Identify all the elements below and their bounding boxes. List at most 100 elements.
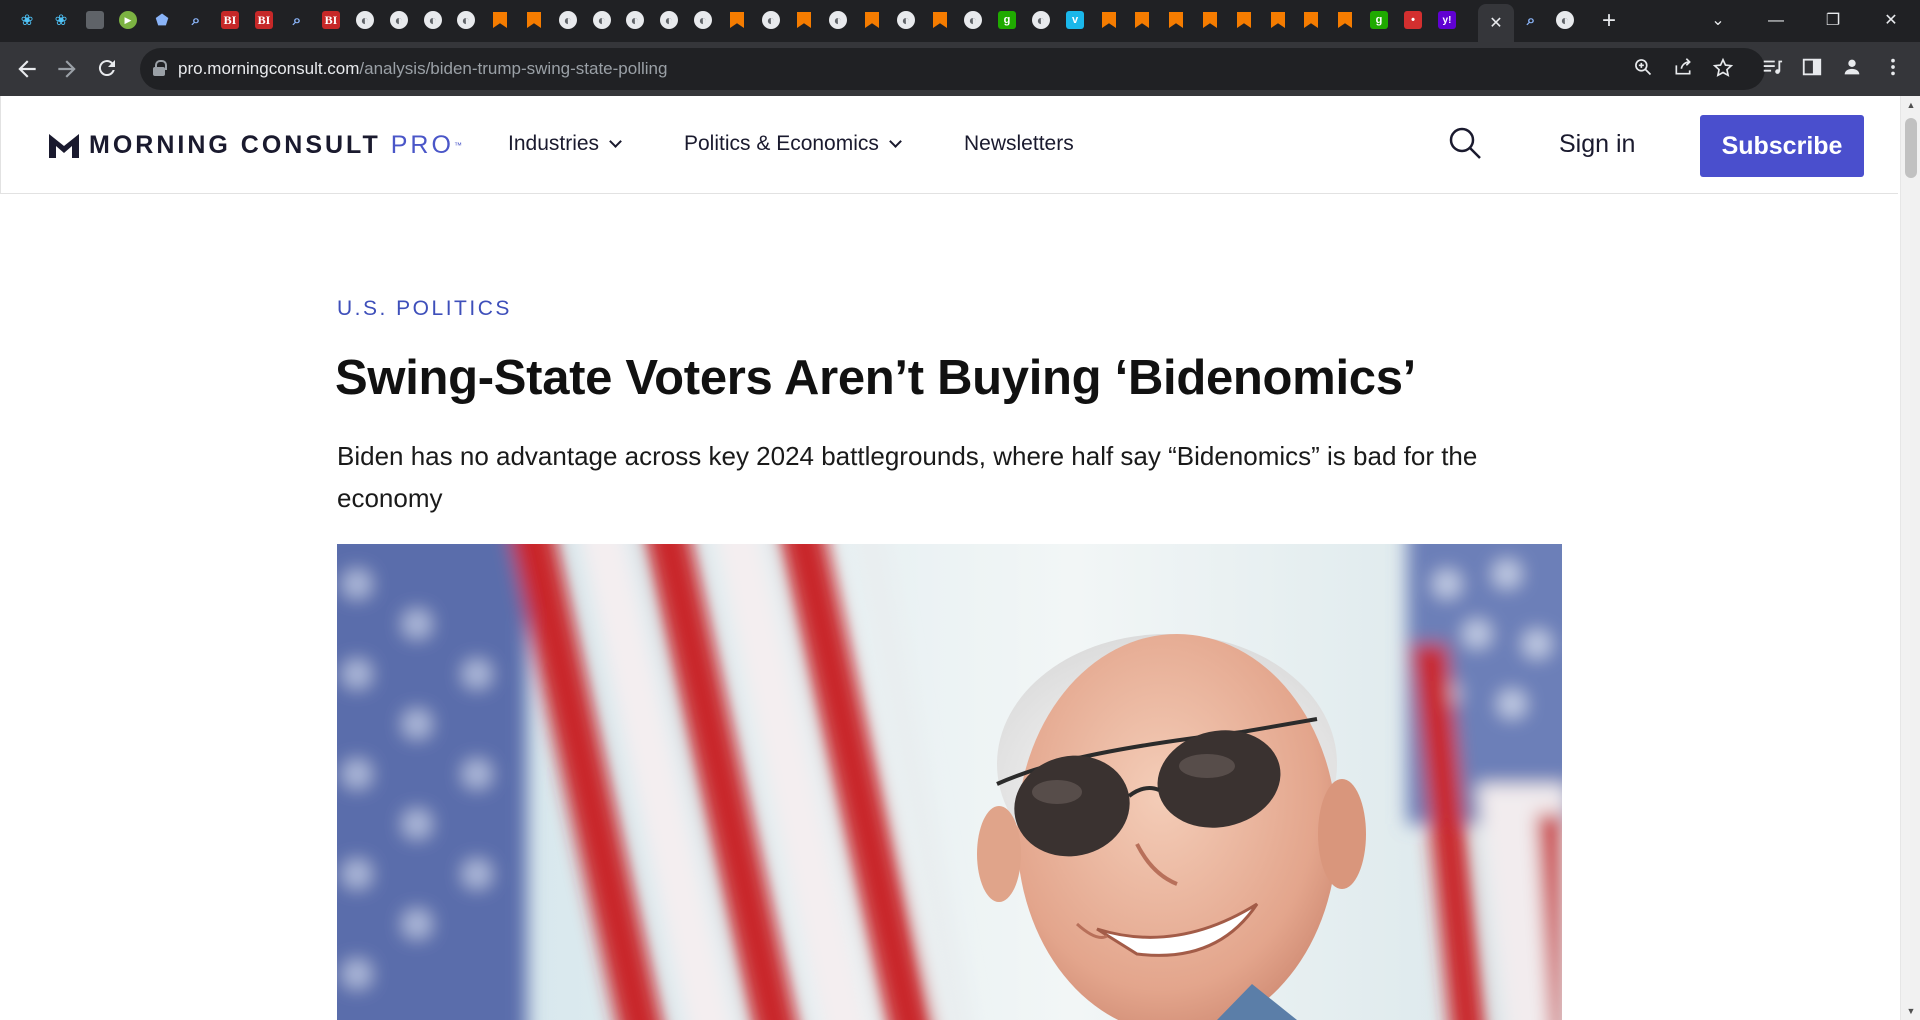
tab[interactable]: y! bbox=[1436, 9, 1458, 31]
tab[interactable]: • bbox=[1402, 9, 1424, 31]
share-icon[interactable] bbox=[1671, 57, 1695, 81]
tab[interactable] bbox=[827, 9, 849, 31]
tab[interactable] bbox=[422, 9, 444, 31]
page-scrollbar[interactable]: ▲ ▼ bbox=[1900, 96, 1920, 1020]
tab[interactable] bbox=[1300, 9, 1322, 31]
tab[interactable] bbox=[185, 9, 207, 31]
tab[interactable] bbox=[1165, 9, 1187, 31]
tab[interactable] bbox=[523, 9, 545, 31]
globe-icon bbox=[593, 11, 611, 29]
share-arrow-icon bbox=[1675, 58, 1691, 75]
tab[interactable] bbox=[1131, 9, 1153, 31]
playlist-icon bbox=[1763, 60, 1783, 74]
scroll-thumb[interactable] bbox=[1905, 118, 1917, 178]
zoom-magnifier-icon bbox=[1635, 59, 1652, 76]
globe-icon bbox=[660, 11, 678, 29]
article-category[interactable]: U.S. POLITICS bbox=[337, 297, 512, 321]
morning-consult-logo-icon bbox=[49, 134, 79, 158]
globe-icon bbox=[626, 11, 644, 29]
tab[interactable] bbox=[1199, 9, 1221, 31]
close-window-button[interactable]: ✕ bbox=[1868, 6, 1914, 36]
scroll-down-arrow-icon[interactable]: ▼ bbox=[1901, 1002, 1920, 1020]
sign-in-link[interactable]: Sign in bbox=[1559, 130, 1635, 159]
tab[interactable] bbox=[1233, 9, 1255, 31]
close-tab-icon[interactable]: ✕ bbox=[1489, 13, 1502, 33]
tab[interactable] bbox=[354, 9, 376, 31]
media-queue-icon[interactable] bbox=[1759, 56, 1785, 82]
business-insider-icon: BI bbox=[255, 11, 273, 29]
globe-icon bbox=[829, 11, 847, 29]
yahoo-icon: y! bbox=[1438, 11, 1456, 29]
tab[interactable] bbox=[658, 9, 680, 31]
tab[interactable] bbox=[388, 9, 410, 31]
tab[interactable] bbox=[962, 9, 984, 31]
forward-arrow-icon bbox=[58, 60, 76, 78]
bookmark-icon bbox=[795, 11, 813, 29]
globe-icon bbox=[390, 11, 408, 29]
bookmark-star-icon[interactable] bbox=[1711, 57, 1735, 81]
tab[interactable] bbox=[84, 9, 106, 31]
site-search-button[interactable] bbox=[1448, 126, 1482, 160]
tab[interactable] bbox=[760, 9, 782, 31]
nav-politics-economics[interactable]: Politics & Economics bbox=[684, 132, 902, 156]
new-tab-button[interactable]: + bbox=[1596, 8, 1622, 34]
search-icon bbox=[1449, 127, 1481, 159]
url-text[interactable]: pro.morningconsult.com/analysis/biden-tr… bbox=[178, 59, 667, 79]
chevron-down-icon bbox=[609, 134, 622, 148]
tab[interactable] bbox=[861, 9, 883, 31]
tab[interactable] bbox=[557, 9, 579, 31]
tab[interactable] bbox=[286, 9, 308, 31]
back-button[interactable] bbox=[14, 56, 40, 82]
podcast-icon: • bbox=[1404, 11, 1422, 29]
menu-icon[interactable] bbox=[1880, 56, 1906, 82]
tab[interactable] bbox=[489, 9, 511, 31]
reload-button[interactable] bbox=[94, 56, 120, 82]
tab-search-button[interactable]: ⌄ bbox=[1695, 6, 1741, 36]
tab[interactable] bbox=[16, 9, 38, 31]
tab[interactable]: g bbox=[1368, 9, 1390, 31]
tab[interactable] bbox=[1554, 9, 1576, 31]
vimeo-icon: v bbox=[1066, 11, 1084, 29]
restore-button[interactable]: ❐ bbox=[1810, 6, 1856, 36]
address-bar[interactable]: pro.morningconsult.com/analysis/biden-tr… bbox=[140, 48, 1765, 90]
minimize-button[interactable]: — bbox=[1753, 6, 1799, 36]
tab[interactable] bbox=[726, 9, 748, 31]
active-tab[interactable]: ✕ bbox=[1478, 4, 1514, 42]
nav-newsletters[interactable]: Newsletters bbox=[964, 132, 1074, 156]
tab[interactable] bbox=[1334, 9, 1356, 31]
subscribe-button[interactable]: Subscribe bbox=[1700, 115, 1864, 177]
tab[interactable] bbox=[50, 9, 72, 31]
bookmark-icon bbox=[1167, 11, 1185, 29]
tab[interactable] bbox=[1030, 9, 1052, 31]
globe-icon bbox=[694, 11, 712, 29]
site-logo[interactable]: MORNING CONSULT PRO ™ bbox=[49, 130, 462, 160]
tab[interactable] bbox=[793, 9, 815, 31]
tab[interactable] bbox=[692, 9, 714, 31]
bookmark-icon bbox=[863, 11, 881, 29]
zoom-icon[interactable] bbox=[1631, 57, 1655, 81]
tab[interactable] bbox=[455, 9, 477, 31]
tab[interactable] bbox=[1520, 9, 1542, 31]
bookmark-icon bbox=[1201, 11, 1219, 29]
profile-icon[interactable] bbox=[1839, 56, 1865, 82]
nav-industries[interactable]: Industries bbox=[508, 132, 622, 156]
side-panel-icon[interactable] bbox=[1799, 56, 1825, 82]
tab[interactable] bbox=[895, 9, 917, 31]
tab[interactable] bbox=[624, 9, 646, 31]
lock-icon[interactable] bbox=[152, 60, 167, 76]
goodreads-icon: g bbox=[998, 11, 1016, 29]
tab[interactable] bbox=[591, 9, 613, 31]
tab[interactable] bbox=[151, 9, 173, 31]
tab[interactable]: BI bbox=[320, 9, 342, 31]
tab[interactable]: BI bbox=[219, 9, 241, 31]
forward-button[interactable] bbox=[54, 56, 80, 82]
tab[interactable] bbox=[929, 9, 951, 31]
bookmark-icon bbox=[491, 11, 509, 29]
tab[interactable] bbox=[1098, 9, 1120, 31]
tab[interactable] bbox=[1267, 9, 1289, 31]
tab[interactable] bbox=[117, 9, 139, 31]
tab[interactable]: g bbox=[996, 9, 1018, 31]
tab[interactable]: BI bbox=[253, 9, 275, 31]
scroll-up-arrow-icon[interactable]: ▲ bbox=[1901, 96, 1920, 114]
tab[interactable]: v bbox=[1064, 9, 1086, 31]
